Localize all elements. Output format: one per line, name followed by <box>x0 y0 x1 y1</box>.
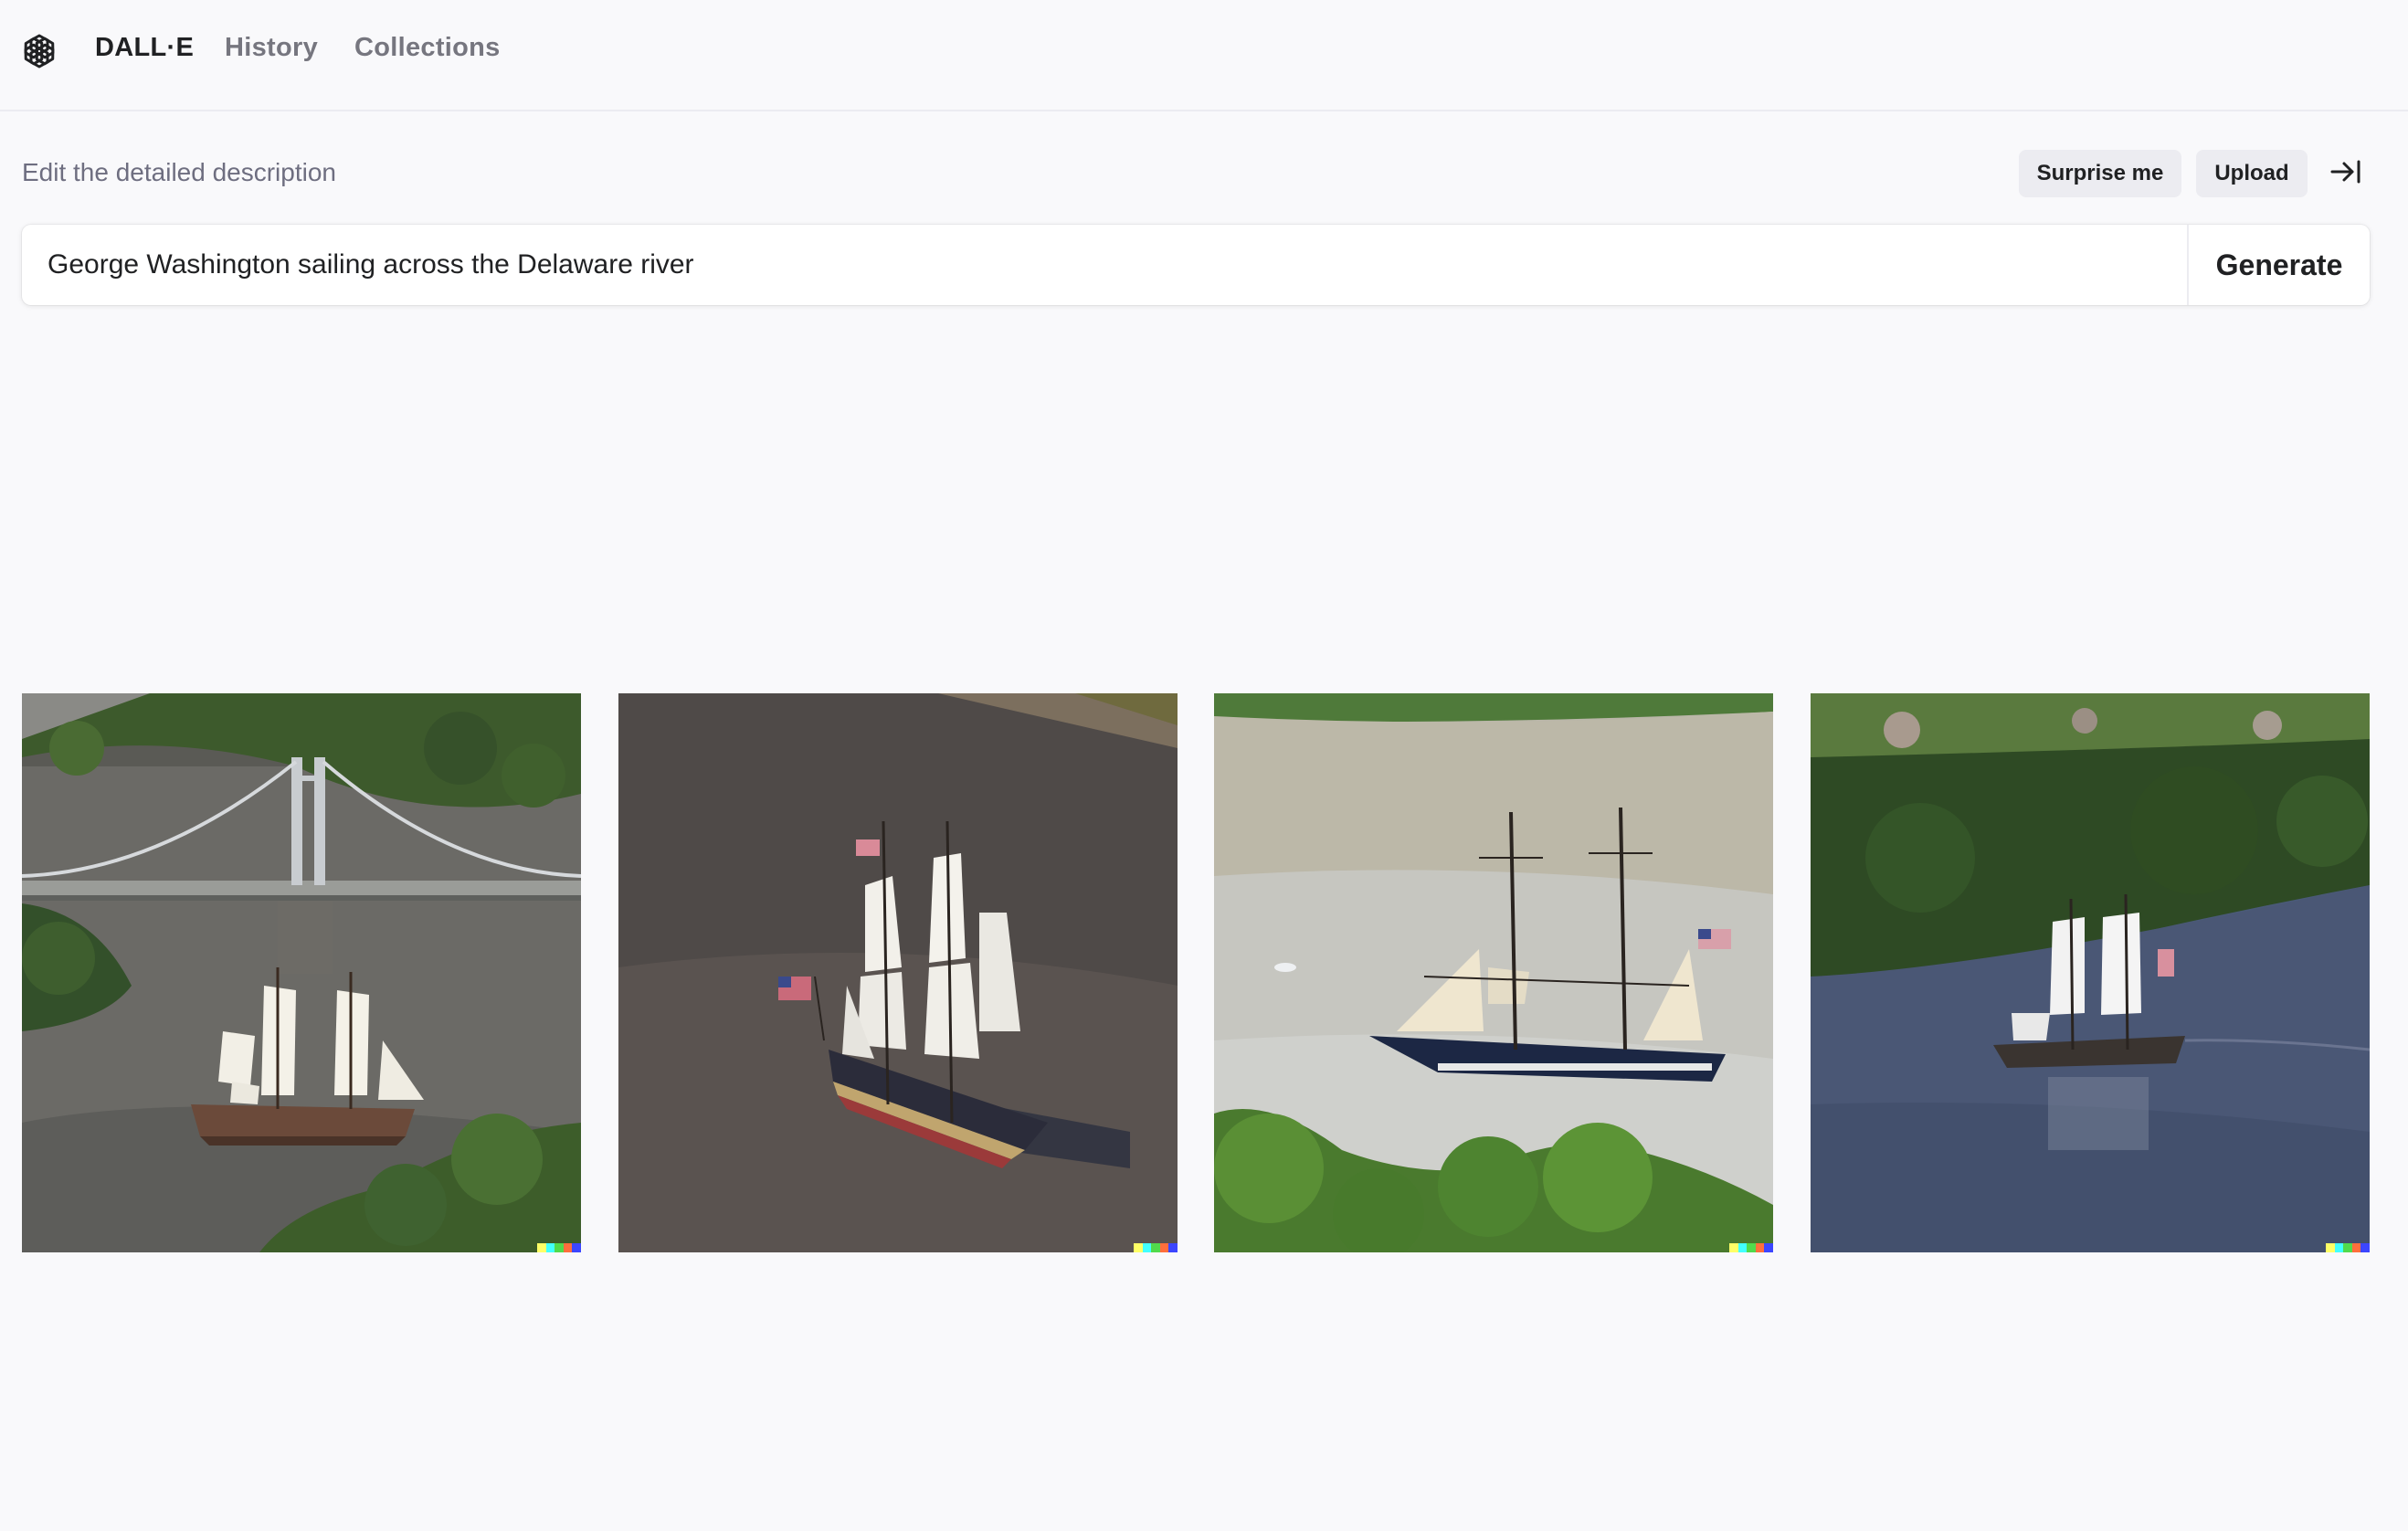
nav-history-link[interactable]: History <box>225 33 318 63</box>
prompt-input[interactable] <box>48 225 2149 305</box>
result-image-3[interactable] <box>1214 693 1773 1252</box>
signature-swatch <box>2351 1243 2361 1252</box>
signature-swatch <box>1151 1243 1160 1252</box>
openai-logo-icon[interactable] <box>20 32 58 70</box>
signature-swatch <box>1747 1243 1756 1252</box>
generate-button[interactable]: Generate <box>2189 225 2370 305</box>
signature-swatch <box>545 1243 555 1252</box>
signature-swatch <box>2334 1243 2344 1252</box>
result-image-1[interactable] <box>22 693 581 1252</box>
signature-swatch <box>1142 1243 1152 1252</box>
surprise-me-button[interactable]: Surprise me <box>2019 150 2181 197</box>
dalle-signature <box>1134 1243 1178 1252</box>
signature-swatch <box>554 1243 564 1252</box>
top-navigation: DALL·E History Collections <box>0 0 2408 111</box>
signature-swatch <box>2326 1243 2335 1252</box>
signature-swatch <box>563 1243 573 1252</box>
signature-swatch <box>1729 1243 1738 1252</box>
signature-swatch <box>1159 1243 1169 1252</box>
prompt-box: Generate <box>22 225 2370 305</box>
signature-swatch <box>537 1243 546 1252</box>
dalle-signature <box>2326 1243 2370 1252</box>
signature-swatch <box>1755 1243 1765 1252</box>
result-image-2-picture <box>618 693 1178 1252</box>
signature-swatch <box>1168 1243 1178 1252</box>
collapse-panel-button[interactable] <box>2324 153 2368 194</box>
prompt-label: Edit the detailed description <box>22 158 336 186</box>
dalle-signature <box>537 1243 581 1252</box>
signature-swatch <box>2343 1243 2352 1252</box>
result-image-2[interactable] <box>618 693 1178 1252</box>
signature-swatch <box>572 1243 581 1252</box>
nav-collections-link[interactable]: Collections <box>354 33 501 63</box>
arrow-right-to-bar-icon <box>2329 159 2362 189</box>
result-image-4-picture <box>1811 693 2370 1252</box>
signature-swatch <box>1737 1243 1748 1252</box>
result-image-3-picture <box>1214 693 1773 1252</box>
upload-button[interactable]: Upload <box>2196 150 2308 197</box>
signature-swatch <box>1134 1243 1143 1252</box>
signature-swatch <box>1764 1243 1773 1252</box>
nav-brand-link[interactable]: DALL·E <box>95 33 194 63</box>
signature-swatch <box>2360 1243 2370 1252</box>
result-image-1-picture <box>22 693 581 1252</box>
dalle-signature <box>1729 1243 1773 1252</box>
result-image-4[interactable] <box>1811 693 2370 1252</box>
